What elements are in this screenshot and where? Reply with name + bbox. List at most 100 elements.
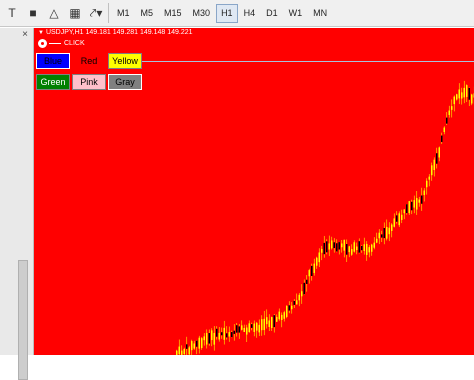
candle-body: [431, 165, 433, 175]
candle-body: [191, 341, 193, 350]
pink-button[interactable]: Pink: [72, 74, 106, 90]
candle-body: [339, 242, 341, 249]
candle-body: [334, 242, 336, 248]
candle-body: [216, 329, 218, 337]
candle-body: [319, 252, 321, 262]
candle-body: [366, 244, 368, 255]
candle-body: [201, 338, 203, 348]
candle-body: [419, 200, 421, 203]
timeframe-d1-button[interactable]: D1: [261, 4, 283, 23]
candle-body: [364, 244, 366, 251]
candle-body: [381, 234, 383, 237]
collapse-triangle-icon[interactable]: ▼: [38, 30, 44, 36]
candle-body: [206, 333, 208, 345]
candle-body: [246, 328, 248, 335]
candle-body: [351, 249, 353, 255]
script-label: CLICK: [64, 40, 85, 47]
timeframe-w1-button[interactable]: W1: [284, 4, 308, 23]
script-indicator[interactable]: CLICK: [38, 38, 85, 48]
green-button[interactable]: Green: [36, 74, 70, 90]
candle-body: [454, 97, 456, 105]
candle-body: [459, 89, 461, 98]
candle-body: [401, 215, 403, 220]
timeframe-m1-button[interactable]: M1: [112, 4, 135, 23]
candle-body: [221, 332, 223, 335]
candle-body: [409, 201, 411, 213]
candle-body: [371, 245, 373, 252]
candle-body: [329, 243, 331, 249]
toolbar-separator: [108, 3, 109, 23]
candle-body: [279, 312, 281, 320]
candle-body: [376, 239, 378, 243]
horizontal-price-line[interactable]: [142, 61, 474, 62]
candle-body: [266, 317, 268, 324]
candle-body: [289, 305, 291, 310]
label-tool-icon[interactable]: ▦: [66, 4, 84, 22]
red-button[interactable]: Red: [72, 53, 106, 69]
timeframe-m5-button[interactable]: M5: [136, 4, 159, 23]
timeframe-mn-button[interactable]: MN: [308, 4, 332, 23]
candle-body: [389, 228, 391, 234]
candle-body: [214, 333, 216, 345]
candle-body: [259, 325, 261, 332]
candle-body: [236, 325, 238, 332]
candle-body: [434, 160, 436, 170]
text-tool-icon[interactable]: T: [3, 4, 21, 22]
timeframe-m15-button[interactable]: M15: [159, 4, 187, 23]
candle-body: [406, 204, 408, 213]
candle-body: [299, 295, 301, 301]
candle-body: [251, 324, 253, 328]
candle-body: [316, 258, 318, 266]
candle-body: [346, 244, 348, 255]
close-icon[interactable]: ×: [20, 30, 30, 40]
candle-body: [466, 85, 468, 97]
candle-body: [184, 349, 186, 354]
rectangle-tool-icon[interactable]: ■: [24, 4, 42, 22]
candle-body: [369, 247, 371, 252]
candle-body: [229, 332, 231, 336]
candle-body: [204, 336, 206, 340]
script-icon: [38, 39, 47, 48]
candle-body: [276, 317, 278, 322]
candle-body: [181, 351, 183, 355]
candle-body: [394, 218, 396, 226]
candle-body: [411, 202, 413, 210]
yellow-button[interactable]: Yellow: [108, 53, 142, 69]
timeframe-m30-button[interactable]: M30: [188, 4, 216, 23]
candle-body: [374, 243, 376, 248]
candle-body: [379, 233, 381, 239]
candle-body: [331, 240, 333, 248]
arrow-tool-icon[interactable]: ⤤▾: [87, 4, 105, 22]
candle-body: [464, 88, 466, 97]
candle-body: [451, 106, 453, 110]
candle-body: [239, 326, 241, 332]
triangle-tool-icon[interactable]: △: [45, 4, 63, 22]
candle-body: [189, 347, 191, 354]
panel-scrollbar[interactable]: [18, 260, 28, 380]
candle-body: [194, 343, 196, 348]
gray-button[interactable]: Gray: [108, 74, 142, 90]
navigator-panel: ×: [0, 28, 34, 355]
candle-body: [399, 213, 401, 225]
candle-body: [284, 312, 286, 319]
candle-body: [326, 241, 328, 252]
candle-body: [196, 341, 198, 347]
timeframe-h4-button[interactable]: H4: [239, 4, 261, 23]
candle-body: [354, 242, 356, 251]
candle-body: [396, 215, 398, 221]
candle-body: [391, 225, 393, 231]
candle-body: [321, 249, 323, 253]
timeframe-h1-button[interactable]: H1: [216, 4, 238, 23]
blue-button[interactable]: Blue: [36, 53, 70, 69]
chart-area[interactable]: ▼USDJPY,H1 149.181 149.281 149.148 149.2…: [34, 28, 474, 355]
candle-body: [426, 181, 428, 187]
candle-body: [356, 247, 358, 251]
candle-body: [309, 270, 311, 276]
candle-body: [234, 331, 236, 334]
candle-body: [314, 264, 316, 273]
candle-body: [386, 227, 388, 239]
candle-body: [441, 136, 443, 142]
chart-title-text: USDJPY,H1 149.181 149.281 149.148 149.22…: [46, 29, 193, 36]
candle-body: [179, 347, 181, 355]
candle-body: [264, 319, 266, 330]
